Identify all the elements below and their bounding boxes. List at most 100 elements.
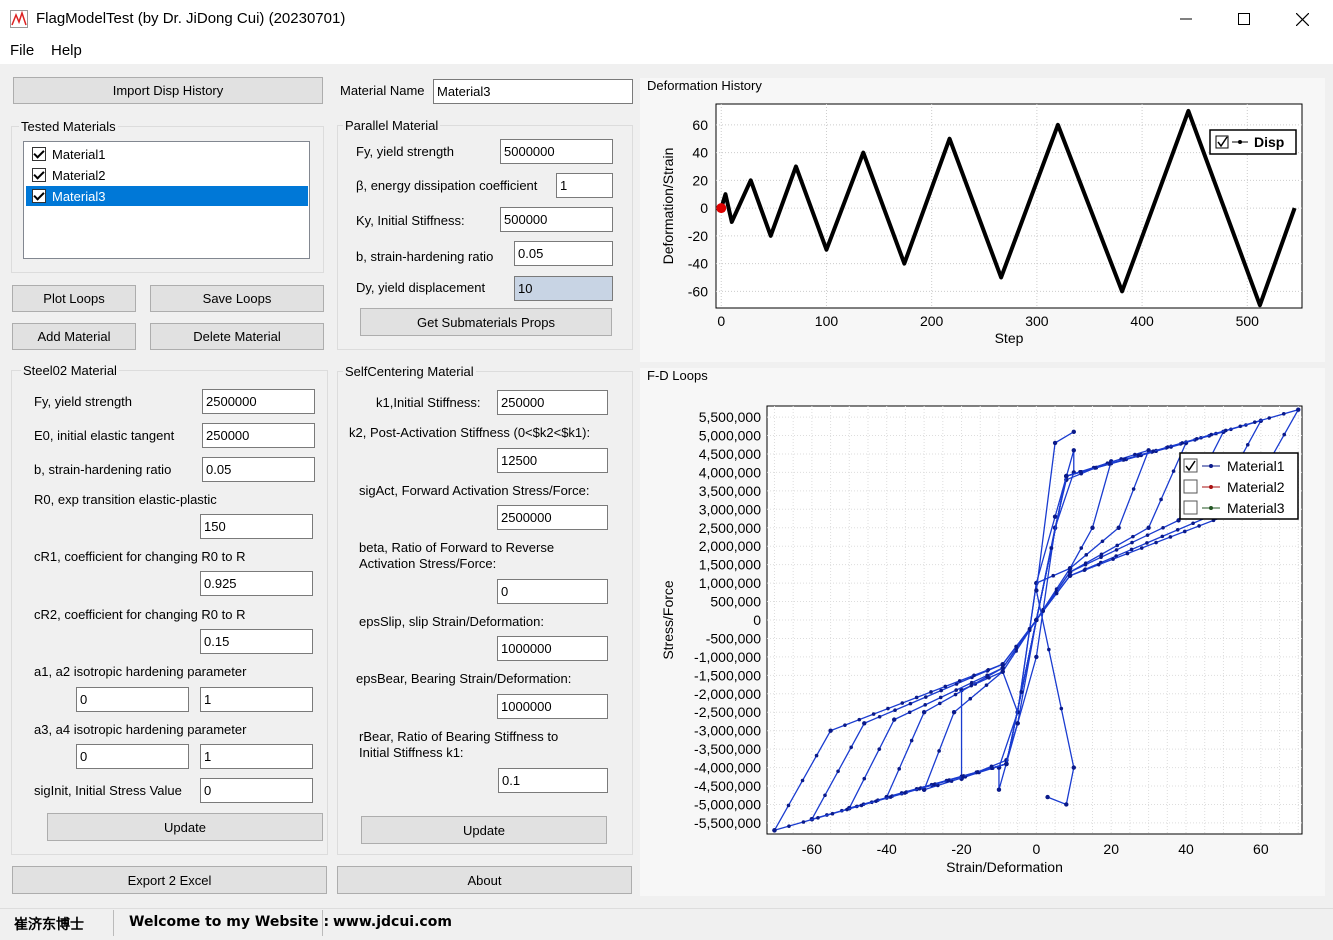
loop-point	[1209, 432, 1214, 437]
steel-fy-label: Fy, yield strength	[34, 394, 133, 409]
deformation-history-panel: Deformation History 0 100 200 300 400 500 60 40 2…	[640, 78, 1325, 362]
parallel-ky-input[interactable]: 500000	[500, 207, 613, 232]
y-tick-label: -3,000,000	[694, 723, 761, 739]
loop-point	[969, 680, 974, 685]
status-url[interactable]: www.jdcui.com	[333, 914, 452, 930]
x-tick-label: 20	[1103, 841, 1119, 857]
y-tick-label: -20	[688, 228, 708, 244]
parallel-fy-input[interactable]: 5000000	[500, 139, 613, 164]
sc-epsslip-input[interactable]: 1000000	[497, 636, 608, 661]
steel-a1-input[interactable]: 0	[76, 687, 189, 712]
steel-e0-input[interactable]: 250000	[202, 423, 315, 448]
sc-update-button[interactable]: Update	[361, 816, 607, 844]
parallel-dy-input[interactable]: 10	[514, 276, 613, 301]
loop-point	[1034, 617, 1039, 623]
window-title: FlagModelTest (by Dr. JiDong Cui) (20230…	[36, 10, 346, 27]
loop-point	[1114, 548, 1119, 552]
plot-loops-button[interactable]: Plot Loops	[12, 285, 136, 312]
sc-sigact-input[interactable]: 2500000	[497, 505, 608, 530]
loop-point	[909, 738, 914, 743]
steel-a3-input[interactable]: 0	[76, 744, 189, 769]
loop-point	[1093, 466, 1098, 470]
sc-k1-input[interactable]: 250000	[497, 390, 608, 415]
steel-siginit-input[interactable]: 0	[200, 778, 313, 803]
steel-a2-input[interactable]: 1	[200, 687, 313, 712]
steel-b-input[interactable]: 0.05	[202, 457, 315, 482]
menu-help[interactable]: Help	[51, 42, 82, 59]
legend-label: Material3	[1227, 500, 1285, 516]
legend-marker	[1209, 485, 1213, 489]
add-material-button[interactable]: Add Material	[12, 323, 136, 350]
list-item-material1[interactable]: Material1	[26, 144, 308, 164]
close-button[interactable]	[1273, 0, 1331, 38]
deformation-history-chart[interactable]: Deformation History0 100 200 300 400 50060402…	[640, 78, 1325, 362]
delete-material-button[interactable]: Delete Material	[150, 323, 324, 350]
materials-list[interactable]: Material1 Material2 Material3	[23, 141, 310, 259]
loop-point	[954, 688, 959, 692]
steel-cr1-input[interactable]: 0.925	[200, 571, 313, 596]
loop-point	[1267, 416, 1272, 420]
loop-point	[1078, 470, 1083, 474]
save-loops-button[interactable]: Save Loops	[150, 285, 324, 312]
parallel-beta-input[interactable]: 1	[556, 173, 613, 198]
parallel-b-input[interactable]: 0.05	[514, 241, 613, 266]
list-item-material2[interactable]: Material2	[26, 165, 308, 185]
export-excel-button[interactable]: Export 2 Excel	[12, 866, 327, 894]
loop-point	[972, 673, 976, 678]
loop-point	[1019, 690, 1024, 694]
get-submaterials-props-button[interactable]: Get Submaterials Props	[360, 308, 612, 336]
legend-marker	[1209, 464, 1213, 468]
y-tick-label: 1,000,000	[699, 575, 761, 591]
x-tick-label: -60	[802, 841, 822, 857]
parallel-beta-label: β, energy dissipation coefficient	[356, 178, 538, 193]
loop-point	[830, 811, 835, 816]
y-tick-label: 5,500,000	[699, 409, 761, 425]
sc-epsbear-input[interactable]: 1000000	[497, 694, 608, 719]
loop-point	[1054, 591, 1059, 596]
loop-point	[892, 717, 897, 722]
loop-point	[786, 803, 791, 808]
steel-update-button[interactable]: Update	[47, 813, 323, 841]
loop-point	[857, 717, 862, 722]
menu-file[interactable]: File	[10, 42, 34, 59]
y-tick-label: -4,500,000	[694, 778, 761, 794]
loop-point	[1282, 432, 1287, 437]
loop-point	[975, 770, 980, 774]
x-axis-label: Step	[995, 330, 1024, 346]
sc-k2-input[interactable]: 12500	[497, 448, 608, 473]
loop-point	[985, 673, 989, 678]
loop-point	[1004, 761, 1009, 767]
steel-fy-input[interactable]: 2500000	[202, 389, 315, 414]
sc-epsbear-label: epsBear, Bearing Strain/Deformation:	[356, 671, 572, 686]
minimize-button[interactable]	[1157, 0, 1215, 38]
close-icon	[1295, 12, 1309, 26]
loop-point	[1071, 448, 1076, 453]
loop-point	[836, 769, 840, 774]
maximize-button[interactable]	[1215, 0, 1273, 38]
steel-a4-input[interactable]: 1	[200, 744, 313, 769]
loop-point	[1082, 568, 1087, 572]
import-disp-history-button[interactable]: Import Disp History	[13, 77, 323, 104]
fd-loops-chart[interactable]: F-D Loops -60 -40 -20 0 20 40 60 5,500,000 5,000,…	[640, 368, 1325, 896]
checkbox-material2[interactable]	[32, 168, 46, 182]
material-name-input[interactable]: Material3	[433, 79, 633, 104]
status-welcome: Welcome to my Website :	[129, 914, 330, 930]
sc-rbear-input[interactable]: 0.1	[498, 768, 608, 793]
checkbox-material1[interactable]	[32, 147, 46, 161]
y-tick-label: -3,500,000	[694, 741, 761, 757]
checkbox-material3[interactable]	[32, 189, 46, 203]
list-item-material3[interactable]: Material3	[26, 186, 308, 206]
loop-point	[1146, 525, 1151, 530]
steel-cr2-input[interactable]: 0.15	[200, 629, 313, 654]
about-button[interactable]: About	[337, 866, 632, 894]
parallel-fy-label: Fy, yield strength	[356, 144, 455, 159]
loop-point	[1107, 461, 1112, 466]
x-tick-label: 400	[1130, 313, 1154, 329]
sc-beta-input[interactable]: 0	[497, 579, 608, 604]
loop-point	[871, 712, 876, 716]
material-name-label: Material Name	[340, 83, 425, 98]
y-tick-label: -1,500,000	[694, 667, 761, 683]
loop-point	[877, 714, 882, 719]
steel-r0-input[interactable]: 150	[200, 514, 313, 539]
loop-point	[1145, 541, 1149, 545]
